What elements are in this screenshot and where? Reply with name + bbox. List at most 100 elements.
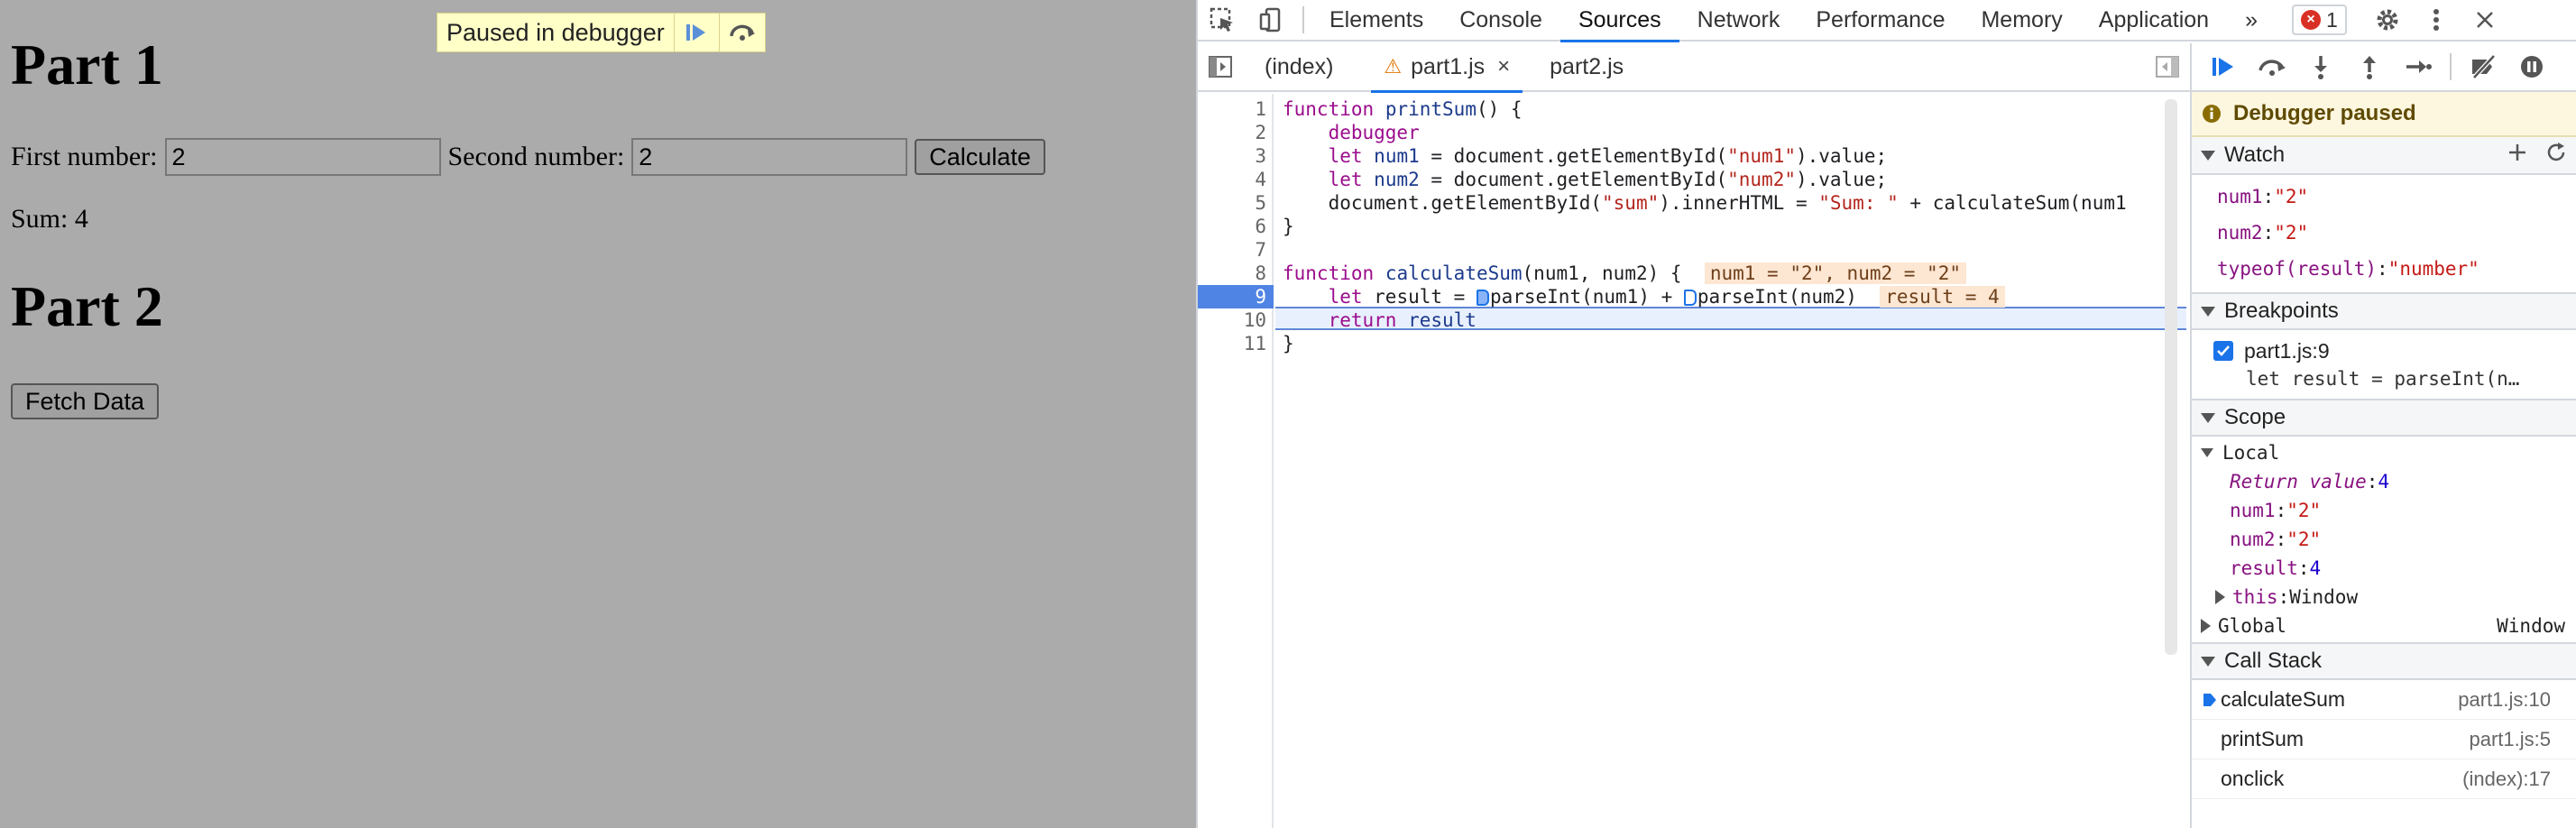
tab-application[interactable]: Application [2081, 0, 2227, 41]
step-out-button[interactable] [2345, 43, 2394, 91]
step-into-button[interactable] [2296, 43, 2345, 91]
breakpoints-section-header[interactable]: Breakpoints [2192, 292, 2576, 330]
more-tabs-button[interactable]: » [2227, 0, 2276, 41]
expand-arrow-icon [2201, 448, 2213, 457]
line-number[interactable]: 8 [1198, 262, 1274, 285]
error-count-badge[interactable]: × 1 [2292, 5, 2347, 35]
step-into-icon [2314, 56, 2327, 79]
watch-list: num1: "2" num2: "2" typeof(result): "num… [2192, 175, 2576, 292]
breakpoints-title: Breakpoints [2224, 299, 2339, 323]
line-number[interactable]: 4 [1198, 168, 1274, 191]
code-line-10: return result [1328, 309, 1477, 331]
error-count: 1 [2326, 7, 2338, 32]
tab-memory[interactable]: Memory [1963, 0, 2080, 41]
fetch-data-button[interactable]: Fetch Data [11, 383, 160, 419]
refresh-icon [2547, 142, 2565, 161]
inline-breakpoint-marker[interactable] [1476, 290, 1489, 306]
add-watch-button[interactable] [2507, 143, 2527, 169]
calculate-button[interactable]: Calculate [915, 139, 1045, 175]
tab-performance[interactable]: Performance [1798, 0, 1963, 41]
callstack-section-header[interactable]: Call Stack [2192, 642, 2576, 680]
file-tab-index[interactable]: (index) [1252, 42, 1346, 91]
devtools-panel: Elements Console Sources Network Perform… [1196, 0, 2576, 828]
tab-sources[interactable]: Sources [1559, 0, 1679, 42]
tab-console[interactable]: Console [1441, 0, 1560, 41]
sum-output: Sum: 4 [11, 204, 88, 234]
scope-variable[interactable]: result: 4 [2201, 554, 2576, 583]
resume-icon [2213, 58, 2233, 76]
second-number-input[interactable]: 2 [631, 138, 908, 176]
code-editor[interactable]: function printSum() { debugger let num1 … [1275, 94, 2186, 828]
pause-on-exceptions-button[interactable] [2507, 43, 2556, 91]
step-out-icon [2363, 56, 2376, 79]
line-number[interactable]: 11 [1198, 332, 1274, 355]
line-number[interactable]: 1 [1198, 97, 1274, 121]
checkmark-icon [2217, 345, 2230, 356]
devtools-main-toolbar: Elements Console Sources Network Perform… [1198, 0, 2576, 42]
tab-network[interactable]: Network [1679, 0, 1799, 41]
customize-menu-button[interactable] [2412, 0, 2461, 41]
toggle-navigator-button[interactable] [1198, 42, 1243, 91]
line-number-gutter[interactable]: 1 2 3 4 5 6 7 8 9 10 11 [1198, 94, 1274, 828]
settings-button[interactable] [2363, 0, 2412, 41]
scope-return-value[interactable]: Return value: 4 [2201, 467, 2576, 496]
number-inputs-row: First number: 2 Second number: 2 Calcula… [11, 138, 1045, 176]
scope-global[interactable]: Global Window [2201, 612, 2576, 640]
breakpoint-item[interactable]: part1.js:9 let result = parseInt(n… [2192, 330, 2576, 395]
file-tab-part2[interactable]: part2.js [1537, 42, 1636, 91]
kebab-menu-icon [2433, 9, 2439, 31]
inspect-element-button[interactable] [1198, 0, 1247, 41]
first-number-input[interactable]: 2 [164, 138, 441, 176]
line-number[interactable]: 5 [1198, 191, 1274, 215]
line-number[interactable]: 7 [1198, 238, 1274, 262]
collapsed-arrow-icon [2201, 619, 2211, 633]
part2-heading: Part 2 [11, 274, 163, 338]
breakpoint-checkbox[interactable] [2213, 341, 2233, 361]
line-number[interactable]: 10 [1198, 308, 1274, 332]
callstack-frame[interactable]: calculateSum part1.js:10 [2192, 680, 2576, 720]
code-line-11: } [1283, 333, 1294, 354]
deactivate-breakpoints-button[interactable] [2459, 43, 2507, 91]
inline-breakpoint-marker[interactable] [1683, 290, 1697, 306]
refresh-watch-button[interactable] [2545, 142, 2567, 170]
scope-variable[interactable]: num2: "2" [2201, 525, 2576, 554]
inline-value-hint: result = 4 [1880, 286, 2005, 308]
device-toolbar-button[interactable] [1247, 0, 1295, 41]
line-number[interactable]: 3 [1198, 144, 1274, 168]
warning-icon: ⚠ [1384, 55, 1403, 78]
close-icon [2476, 12, 2493, 28]
close-devtools-button[interactable] [2461, 0, 2509, 41]
file-tab-close-icon[interactable]: × [1497, 54, 1510, 79]
watch-title: Watch [2224, 143, 2286, 167]
code-line-8: function calculateSum(num1, num2) { num1… [1283, 262, 1966, 285]
watch-section-header[interactable]: Watch [2192, 137, 2576, 175]
step-button[interactable] [2394, 43, 2443, 91]
resume-button[interactable] [2199, 43, 2248, 91]
scope-local[interactable]: Local [2201, 438, 2576, 467]
first-number-value: 2 [171, 143, 186, 170]
plus-icon [2509, 143, 2525, 161]
watch-expression[interactable]: typeof(result): "number" [2192, 251, 2576, 287]
scope-variable[interactable]: num1: "2" [2201, 496, 2576, 525]
tab-elements[interactable]: Elements [1311, 0, 1441, 41]
expand-arrow-icon [2201, 150, 2215, 161]
step-over-button[interactable] [2248, 43, 2296, 91]
error-icon: × [2301, 10, 2321, 30]
toggle-debugger-button[interactable] [2145, 42, 2190, 91]
scope-section-header[interactable]: Scope [2192, 399, 2576, 437]
editor-scrollbar[interactable] [2165, 99, 2177, 655]
frame-name: calculateSum [2221, 687, 2346, 711]
callstack-frame[interactable]: onclick (index):17 [2192, 759, 2576, 799]
line-number[interactable]: 2 [1198, 121, 1274, 144]
code-line-1: function printSum() { [1283, 98, 1523, 120]
callstack-frame[interactable]: printSum part1.js:5 [2192, 720, 2576, 759]
line-number[interactable]: 6 [1198, 215, 1274, 238]
overlay-resume-button[interactable] [675, 14, 720, 51]
file-tab-part1[interactable]: ⚠ part1.js × [1371, 42, 1523, 93]
overlay-step-over-button[interactable] [720, 14, 765, 51]
collapsed-arrow-icon [2215, 590, 2225, 604]
watch-expression[interactable]: num1: "2" [2192, 179, 2576, 215]
line-number-breakpoint[interactable]: 9 [1198, 285, 1274, 308]
scope-this[interactable]: this: Window [2201, 583, 2576, 612]
watch-expression[interactable]: num2: "2" [2192, 215, 2576, 251]
